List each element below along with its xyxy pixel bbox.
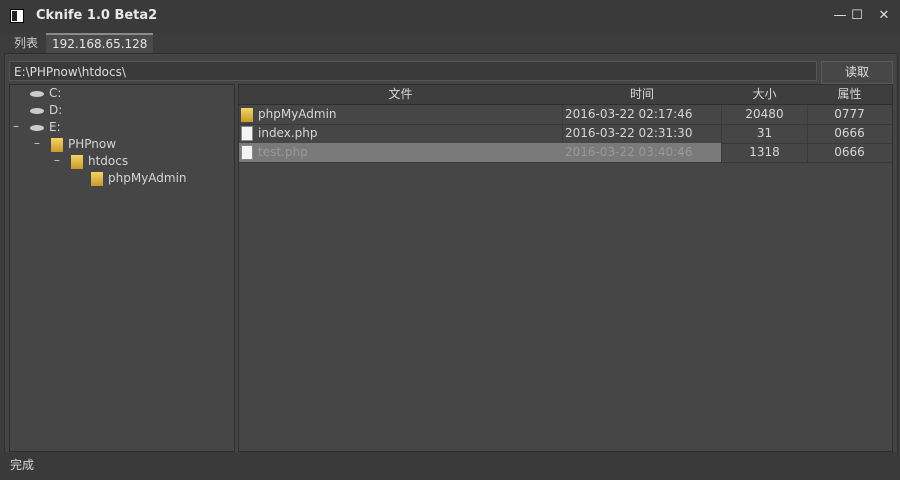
column-header-attr[interactable]: 属性 [807, 85, 892, 104]
file-attr: 0777 [834, 107, 865, 121]
column-header-size[interactable]: 大小 [722, 85, 807, 104]
maximize-icon: ☐ [851, 8, 863, 23]
file-attr: 0666 [834, 145, 865, 159]
directory-tree: C: D: – E: – PHPnow – htdocs phpMyAdmin [9, 84, 235, 452]
file-date: 2016-03-22 02:31:30 [562, 124, 722, 143]
folder-icon [241, 107, 253, 122]
file-attr: 0666 [834, 126, 865, 140]
tree-item-phpmyadmin[interactable]: phpMyAdmin [91, 170, 187, 187]
file-icon [241, 145, 253, 160]
file-size: 20480 [722, 105, 808, 124]
window-title: Cknife 1.0 Beta2 [36, 8, 158, 23]
title-bar: Cknife 1.0 Beta2 — ☐ ✕ [0, 0, 900, 33]
status-text: 完成 [10, 458, 35, 472]
read-button[interactable]: 读取 [821, 61, 893, 84]
app-icon [10, 9, 24, 23]
drive-icon [30, 124, 44, 131]
table-row[interactable]: index.php 2016-03-22 02:31:30 31 0666 [239, 124, 892, 144]
table-header: 文件 时间 大小 属性 [239, 85, 892, 105]
status-bar: 完成 [0, 452, 900, 480]
collapse-toggle[interactable]: – [12, 119, 20, 133]
tree-item-label: D: [49, 103, 63, 117]
tree-item-label: E: [49, 120, 61, 134]
tab-host[interactable]: 192.168.65.128 [46, 33, 154, 54]
folder-icon [71, 154, 83, 169]
column-header-time[interactable]: 时间 [562, 85, 722, 104]
minimize-icon: — [833, 8, 847, 23]
file-name: test.php [258, 145, 308, 159]
tree-item-label: phpMyAdmin [108, 171, 187, 185]
collapse-toggle[interactable]: – [53, 153, 61, 167]
tab-bar: 列表 192.168.65.128 [0, 33, 900, 54]
file-name: index.php [258, 126, 318, 140]
table-row[interactable]: phpMyAdmin 2016-03-22 02:17:46 20480 077… [239, 105, 892, 125]
file-name: phpMyAdmin [258, 107, 337, 121]
path-input[interactable]: E:\PHPnow\htdocs\ [9, 61, 817, 81]
close-button[interactable]: ✕ [873, 6, 895, 26]
file-table: 文件 时间 大小 属性 phpMyAdmin 2016-03-22 02:17:… [238, 84, 893, 452]
tree-item-d[interactable]: D: [30, 102, 62, 119]
file-date: 2016-03-22 03:40:46 [562, 143, 722, 162]
drive-icon [30, 107, 44, 114]
column-header-file[interactable]: 文件 [239, 85, 562, 104]
tree-item-label: htdocs [88, 154, 129, 168]
folder-icon [91, 171, 103, 186]
file-icon [241, 126, 253, 141]
tree-item-phpnow[interactable]: PHPnow [51, 136, 116, 153]
tree-item-e[interactable]: E: [30, 119, 61, 136]
collapse-toggle[interactable]: – [33, 136, 41, 150]
folder-icon [51, 137, 63, 152]
tree-item-label: PHPnow [68, 137, 117, 151]
tab-list[interactable]: 列表 [8, 34, 44, 53]
tree-item-htdocs[interactable]: htdocs [71, 153, 128, 170]
maximize-button[interactable]: ☐ [846, 6, 868, 26]
drive-icon [30, 90, 44, 97]
tree-item-label: C: [49, 86, 62, 100]
table-row[interactable]: test.php 2016-03-22 03:40:46 1318 0666 [239, 143, 892, 163]
tree-item-c[interactable]: C: [30, 85, 61, 102]
file-size: 1318 [722, 143, 808, 162]
close-icon: ✕ [878, 8, 890, 23]
file-size: 31 [722, 124, 808, 143]
file-date: 2016-03-22 02:17:46 [562, 105, 722, 124]
